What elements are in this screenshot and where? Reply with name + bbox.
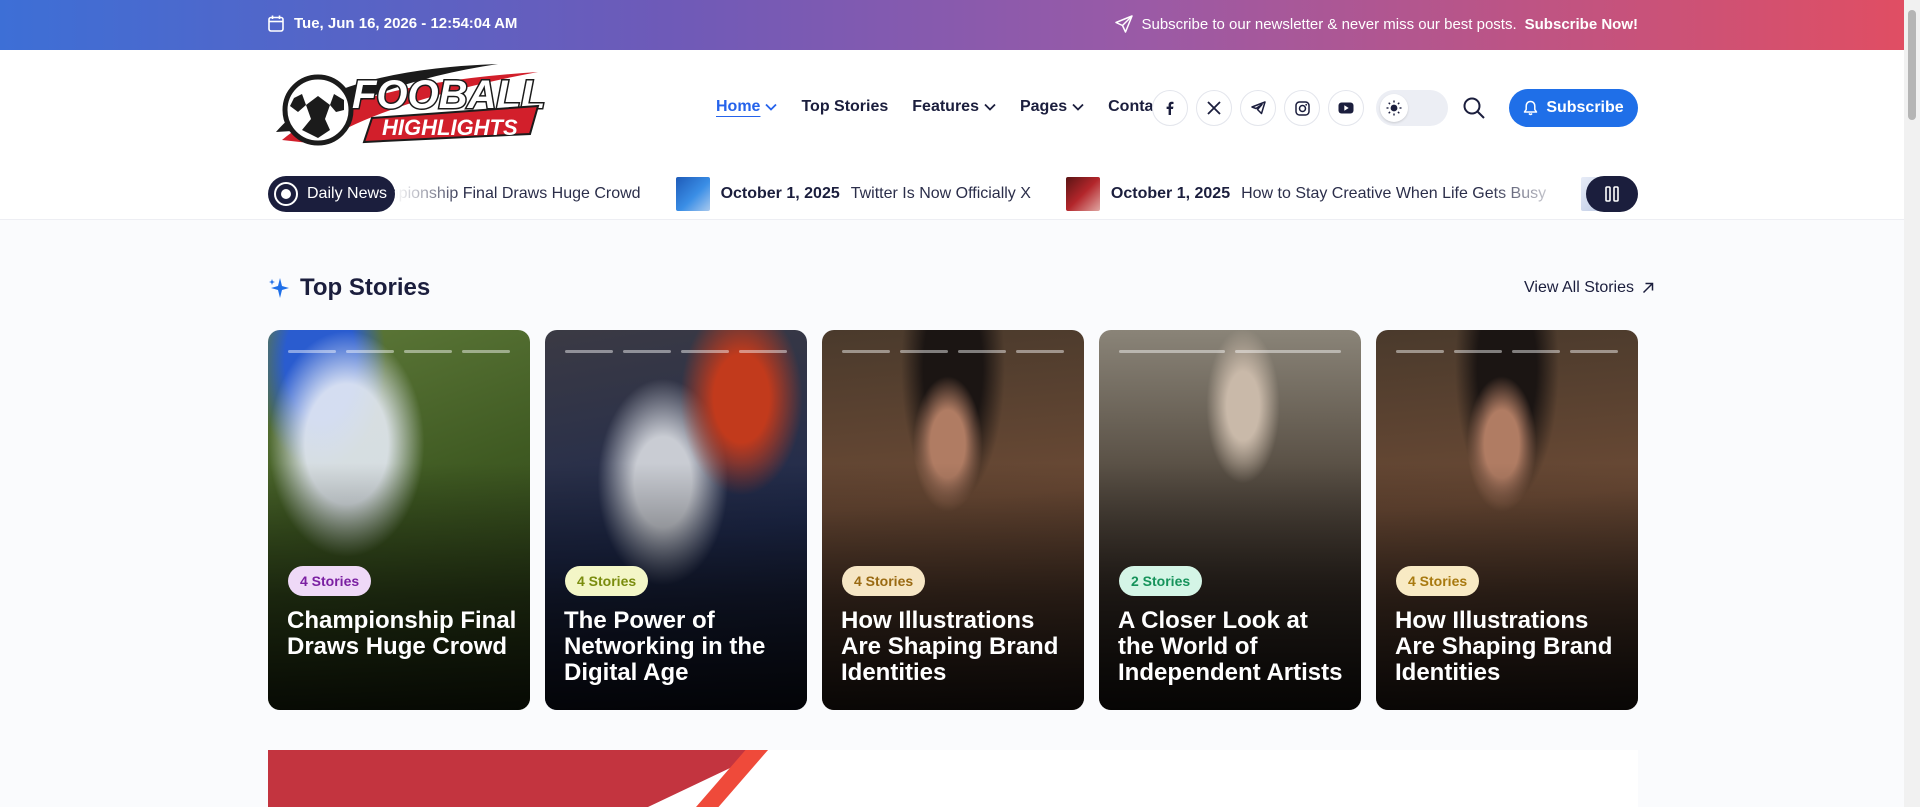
chevron-down-icon bbox=[984, 103, 996, 111]
ticker-item[interactable]: October 1, 2025 Twitter Is Now Officiall… bbox=[675, 177, 1031, 211]
nav-item-top-stories[interactable]: Top Stories bbox=[801, 98, 888, 116]
sun-icon bbox=[1386, 100, 1402, 116]
newsletter-promo: Subscribe to our newsletter & never miss… bbox=[1115, 15, 1638, 33]
sparkle-icon bbox=[269, 278, 289, 298]
instagram-link[interactable] bbox=[1284, 90, 1320, 126]
section-title: Top Stories bbox=[268, 274, 430, 302]
story-card-title: How Illustrations Are Shaping Brand Iden… bbox=[841, 607, 1059, 686]
daily-news-label: Daily News bbox=[307, 185, 388, 202]
live-dot-icon bbox=[274, 182, 298, 206]
promo-banner[interactable] bbox=[268, 750, 1638, 807]
story-card[interactable]: 4 Stories How Illustrations Are Shaping … bbox=[1376, 330, 1638, 710]
view-all-label: View All Stories bbox=[1524, 279, 1634, 296]
pause-icon bbox=[1605, 186, 1619, 202]
bell-icon bbox=[1524, 100, 1538, 116]
logo-line-2: HIGHLIGHTS bbox=[382, 115, 518, 140]
ticker-thumbnail bbox=[675, 177, 710, 211]
story-count-badge: 4 Stories bbox=[565, 566, 649, 596]
calendar-icon bbox=[268, 15, 284, 32]
instagram-icon bbox=[1294, 100, 1310, 116]
story-card-title: The Power of Networking in the Digital A… bbox=[564, 607, 766, 686]
newsletter-text: Subscribe to our newsletter & never miss… bbox=[1141, 15, 1517, 33]
ticker-pause-button[interactable] bbox=[1586, 176, 1638, 212]
facebook-link[interactable] bbox=[1152, 90, 1188, 126]
nav-item-pages-label: Pages bbox=[1019, 98, 1068, 115]
ticker-item-date: October 1, 2025 bbox=[720, 185, 840, 202]
news-ticker: Daily News Championship Final Draws Huge… bbox=[268, 176, 1638, 212]
youtube-link[interactable] bbox=[1328, 90, 1364, 126]
ticker-fade-right bbox=[1488, 176, 1568, 212]
date-display: Tue, Jun 16, 2026 - 12:54:04 AM bbox=[268, 15, 517, 32]
subscribe-now-link[interactable]: Subscribe Now! bbox=[1525, 16, 1638, 33]
nav-item-pages[interactable]: Pages bbox=[1020, 98, 1084, 116]
chevron-down-icon bbox=[765, 103, 778, 111]
scrollbar-thumb[interactable] bbox=[1908, 10, 1916, 120]
date-text: Tue, Jun 16, 2026 - 12:54:04 AM bbox=[294, 15, 518, 32]
theme-toggle[interactable] bbox=[1376, 90, 1448, 126]
story-card-title: How Illustrations Are Shaping Brand Iden… bbox=[1395, 607, 1613, 686]
youtube-icon bbox=[1338, 102, 1354, 114]
nav-item-home-label: Home bbox=[716, 98, 761, 115]
story-card-title: A Closer Look at the World of Independen… bbox=[1118, 607, 1343, 686]
ticker-track: Championship Final Draws Huge Crowd Octo… bbox=[356, 176, 1616, 212]
subscribe-button-label: Subscribe bbox=[1546, 99, 1624, 116]
site-header: FOOBALL HIGHLIGHTS Home Top Stories Feat… bbox=[0, 50, 1904, 220]
ticker-item[interactable]: October 1, 2025 How to Stay Creative Whe… bbox=[1065, 177, 1546, 211]
telegram-link[interactable] bbox=[1240, 90, 1276, 126]
story-card-title: Championship Final Draws Huge Crowd bbox=[287, 607, 517, 660]
ticker-fade-left bbox=[395, 176, 465, 212]
story-card[interactable]: 4 Stories Championship Final Draws Huge … bbox=[268, 330, 530, 710]
section-title-text: Top Stories bbox=[300, 274, 431, 301]
facebook-icon bbox=[1166, 101, 1174, 115]
theme-toggle-knob bbox=[1380, 94, 1408, 122]
view-all-stories-link[interactable]: View All Stories bbox=[1524, 279, 1654, 297]
ticker-item-title: Twitter Is Now Officially X bbox=[850, 185, 1031, 202]
story-count-badge: 2 Stories bbox=[1119, 566, 1203, 596]
social-links bbox=[1152, 90, 1364, 126]
story-card[interactable]: 4 Stories The Power of Networking in the… bbox=[545, 330, 807, 710]
page-scrollbar[interactable] bbox=[1904, 0, 1920, 807]
daily-news-badge: Daily News bbox=[268, 176, 395, 212]
arrow-up-right-icon bbox=[1642, 282, 1654, 294]
x-link[interactable] bbox=[1196, 90, 1232, 126]
story-card[interactable]: 4 Stories How Illustrations Are Shaping … bbox=[822, 330, 1084, 710]
story-cards: 4 Stories Championship Final Draws Huge … bbox=[268, 330, 1638, 710]
nav-item-top-stories-label: Top Stories bbox=[801, 98, 889, 115]
x-icon bbox=[1207, 101, 1221, 115]
story-count-badge: 4 Stories bbox=[1396, 566, 1480, 596]
top-bar: Tue, Jun 16, 2026 - 12:54:04 AM Subscrib… bbox=[0, 0, 1904, 50]
nav-item-features[interactable]: Features bbox=[912, 98, 996, 116]
main-nav: Home Top Stories Features Pages Contact bbox=[716, 98, 1168, 116]
search-icon[interactable] bbox=[1462, 96, 1486, 120]
banner-red-panel bbox=[268, 750, 768, 807]
site-logo[interactable]: FOOBALL HIGHLIGHTS bbox=[268, 60, 553, 160]
ticker-item-date: October 1, 2025 bbox=[1110, 185, 1231, 202]
subscribe-button[interactable]: Subscribe bbox=[1509, 89, 1638, 127]
chevron-down-icon bbox=[1072, 103, 1084, 111]
story-count-badge: 4 Stories bbox=[842, 566, 926, 596]
story-count-badge: 4 Stories bbox=[288, 566, 372, 596]
nav-item-features-label: Features bbox=[912, 98, 979, 115]
ticker-thumbnail bbox=[1065, 177, 1100, 211]
story-card[interactable]: 2 Stories A Closer Look at the World of … bbox=[1099, 330, 1361, 710]
send-icon bbox=[1115, 15, 1134, 33]
telegram-icon bbox=[1250, 101, 1266, 115]
nav-item-home[interactable]: Home bbox=[716, 98, 778, 116]
